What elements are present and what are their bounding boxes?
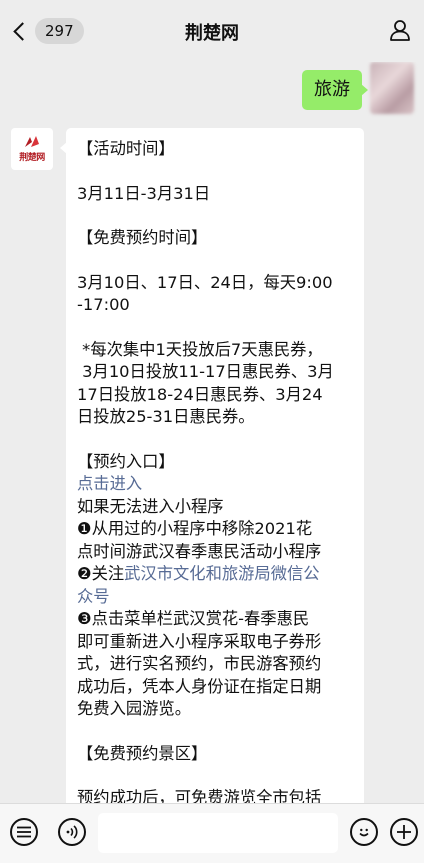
sender-avatar[interactable]: 荆楚网 xyxy=(11,128,53,170)
logo-mark-icon xyxy=(25,136,39,147)
menu-list-icon[interactable] xyxy=(10,818,38,846)
voice-icon[interactable] xyxy=(58,818,86,846)
heading-activity-time: 【活动时间】 xyxy=(77,139,175,158)
user-avatar[interactable] xyxy=(370,62,414,114)
emoji-icon[interactable] xyxy=(350,818,378,846)
input-bar xyxy=(0,803,424,863)
booking-time-line: -17:00 xyxy=(77,295,130,314)
step2-prefix: ❷关注 xyxy=(77,564,125,583)
official-account-link[interactable]: 众号 xyxy=(77,586,353,609)
heading-booking-entry: 【预约入口】 xyxy=(77,451,175,471)
chat-title: 荆楚网 xyxy=(185,23,239,44)
note-line: 3月10日投放11-17日惠民券、3月 xyxy=(77,362,334,381)
person-icon[interactable] xyxy=(388,18,412,42)
message-input[interactable] xyxy=(98,813,338,853)
heading-booking-time: 【免费预约时间】 xyxy=(77,228,208,247)
plus-icon[interactable] xyxy=(390,818,418,846)
official-account-link[interactable]: 武汉市文化和旅游局微信公 xyxy=(124,564,319,583)
booking-time-line: 3月10日、17日、24日，每天9:00 xyxy=(77,272,333,292)
incoming-message-bubble[interactable]: 【活动时间】 3月11日-3月31日 【免费预约时间】 3月10日、17日、24… xyxy=(60,128,364,804)
step-line: 成功后，凭本人身份证在指定日期 xyxy=(77,676,322,696)
note-line: *每次集中1天投放后7天惠民券， xyxy=(77,339,323,359)
enter-link[interactable]: 点击进入 xyxy=(77,473,353,496)
outgoing-message-bubble[interactable]: 旅游 xyxy=(302,70,368,110)
activity-dates: 3月11日-3月31日 xyxy=(77,183,211,203)
step-line: 式，进行实名预约，市民游客预约 xyxy=(77,654,322,673)
note-line: 日投放25-31日惠民券。 xyxy=(77,407,255,426)
note-line: 17日投放18-24日惠民券、3月24 xyxy=(77,384,323,404)
step-line: ❶从用过的小程序中移除2021花 xyxy=(77,519,313,538)
chat-area[interactable]: 旅游 荆楚网 【活动时间】 3月11日-3月31日 【免费预约时间】 3月10日… xyxy=(0,62,424,804)
heading-free-scenic-spots: 【免费预约景区】 xyxy=(77,743,208,763)
step-line: ❷关注武汉市文化和旅游局微信公 xyxy=(77,563,353,586)
chat-header: 297 荆楚网 xyxy=(0,0,424,62)
step-line: 免费入园游览。 xyxy=(77,699,191,718)
step-line: 点时间游武汉春季惠民活动小程序 xyxy=(77,541,322,561)
sender-logo-text: 荆楚网 xyxy=(19,153,45,163)
step-line: ❸点击菜单栏武汉赏花-春季惠民 xyxy=(77,609,310,628)
step-line: 即可重新进入小程序采取电子券形 xyxy=(77,631,322,651)
fallback-text: 如果无法进入小程序 xyxy=(77,496,224,516)
tail-text: 预约成功后，可免费游览全市包括 xyxy=(77,788,322,804)
